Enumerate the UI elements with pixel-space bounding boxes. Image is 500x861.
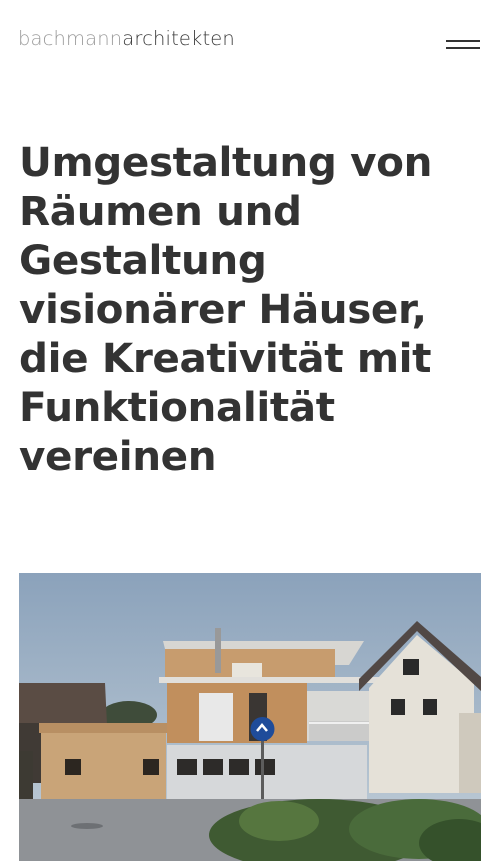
- menu-line-top: [446, 40, 480, 42]
- hamburger-menu-icon[interactable]: [443, 36, 483, 54]
- project-photo: [19, 573, 481, 861]
- site-logo[interactable]: bachmannarchitekten: [18, 27, 235, 50]
- site-header: bachmannarchitekten: [0, 0, 500, 80]
- logo-text-bachmann: bachmann: [18, 27, 123, 50]
- logo-text-architekten: architekten: [122, 27, 235, 50]
- page-headline: Umgestaltung von Räumen und Gestaltung v…: [19, 138, 432, 480]
- menu-line-bottom: [446, 47, 480, 49]
